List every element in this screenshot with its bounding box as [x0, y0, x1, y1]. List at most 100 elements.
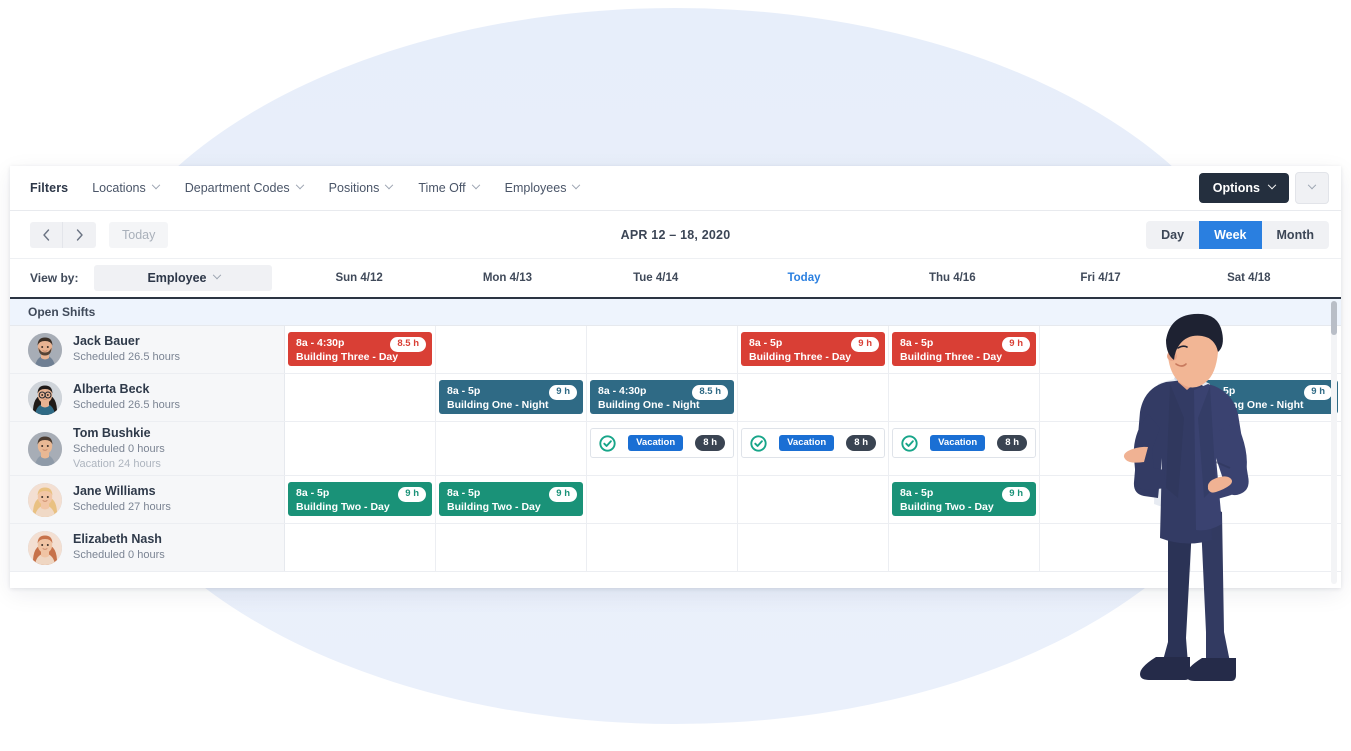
- employee-cell[interactable]: Alberta Beck Scheduled 26.5 hours: [10, 374, 285, 421]
- time-off-hours-badge: 8 h: [846, 435, 876, 451]
- day-header-3[interactable]: Today: [730, 259, 878, 297]
- view-mode-month[interactable]: Month: [1262, 221, 1329, 249]
- day-cell[interactable]: 8a - 5p Building Two - Day 9 h: [889, 476, 1040, 523]
- chevron-down-icon: [385, 180, 394, 190]
- view-by-select[interactable]: Employee: [94, 265, 273, 291]
- day-cell[interactable]: Vacation 8 h: [738, 422, 889, 475]
- filter-item-employees[interactable]: Employees: [504, 180, 581, 195]
- table-row[interactable]: Tom Bushkie Scheduled 0 hours Vacation 24 …: [10, 422, 1341, 476]
- day-cell[interactable]: [1040, 422, 1191, 475]
- day-cell[interactable]: [285, 374, 436, 421]
- day-cell[interactable]: [285, 422, 436, 475]
- day-cell[interactable]: 8a - 4:30p Building Three - Day 8.5 h: [285, 326, 436, 373]
- time-off-block[interactable]: Vacation 8 h: [741, 428, 885, 458]
- shift-hours-badge: 8.5 h: [390, 337, 426, 352]
- prev-week-button[interactable]: [30, 221, 63, 248]
- vacation-badge: Vacation: [779, 435, 835, 451]
- shift-block[interactable]: 8a - 5p Building Three - Day 9 h: [892, 332, 1036, 366]
- view-mode-day[interactable]: Day: [1146, 221, 1199, 249]
- day-cell[interactable]: 8a - 5p Building Three - Day 9 h: [738, 326, 889, 373]
- day-header-0[interactable]: Sun 4/12: [285, 259, 433, 297]
- calendar-nav-bar: Today APR 12 – 18, 2020 Day Week Month: [10, 211, 1341, 259]
- shift-hours-badge: 9 h: [851, 337, 879, 352]
- day-cell[interactable]: [436, 422, 587, 475]
- day-cell[interactable]: 8a - 5p Building Three - Day 9 h: [889, 326, 1040, 373]
- chevron-down-icon: [151, 180, 160, 190]
- employee-cell[interactable]: Jane Williams Scheduled 27 hours: [10, 476, 285, 523]
- employee-cell[interactable]: Tom Bushkie Scheduled 0 hours Vacation 24 …: [10, 422, 285, 475]
- day-cell[interactable]: [1191, 524, 1341, 571]
- vertical-scrollbar[interactable]: [1331, 301, 1337, 584]
- table-row[interactable]: Alberta Beck Scheduled 26.5 hours 8a - 5p B…: [10, 374, 1341, 422]
- scrollbar-thumb[interactable]: [1331, 301, 1337, 335]
- employee-scheduled-hours: Scheduled 26.5 hours: [73, 399, 181, 412]
- shift-hours-badge: 9 h: [1002, 337, 1030, 352]
- time-off-block[interactable]: Vacation 8 h: [892, 428, 1036, 458]
- filter-item-label: Time Off: [418, 181, 466, 195]
- open-shifts-row[interactable]: Open Shifts: [10, 299, 1341, 326]
- day-header-5[interactable]: Fri 4/17: [1026, 259, 1174, 297]
- shift-block[interactable]: 8a - 4:30p Building One - Night 8.5 h: [590, 380, 734, 414]
- filter-item-label: Employees: [504, 181, 567, 195]
- day-header-1[interactable]: Mon 4/13: [433, 259, 581, 297]
- filter-item-positions[interactable]: Positions: [329, 180, 394, 195]
- day-cell[interactable]: [1040, 476, 1191, 523]
- next-week-button[interactable]: [63, 221, 96, 248]
- table-row[interactable]: Elizabeth Nash Scheduled 0 hours: [10, 524, 1341, 572]
- day-cell[interactable]: [1191, 476, 1341, 523]
- day-cell[interactable]: [587, 524, 738, 571]
- today-button[interactable]: Today: [109, 221, 169, 248]
- shift-block[interactable]: 8a - 5p Building Two - Day 9 h: [288, 482, 432, 516]
- day-cell[interactable]: [436, 326, 587, 373]
- employee-cell[interactable]: Jack Bauer Scheduled 26.5 hours: [10, 326, 285, 373]
- view-mode-week[interactable]: Week: [1199, 220, 1262, 249]
- day-cell[interactable]: [587, 476, 738, 523]
- day-cell[interactable]: [889, 374, 1040, 421]
- day-cell[interactable]: [1040, 326, 1191, 373]
- day-cell[interactable]: Vacation 8 h: [587, 422, 738, 475]
- shift-hours-badge: 9 h: [549, 385, 577, 400]
- view-by-label: View by:: [30, 271, 79, 285]
- filter-item-time-off[interactable]: Time Off: [418, 180, 480, 195]
- day-cell[interactable]: 8a - 4:30p Building One - Night 8.5 h: [587, 374, 738, 421]
- day-cell[interactable]: [587, 326, 738, 373]
- filter-item-department-codes[interactable]: Department Codes: [185, 180, 304, 195]
- day-header-4[interactable]: Thu 4/16: [878, 259, 1026, 297]
- options-dropdown-button[interactable]: [1295, 172, 1329, 204]
- shift-block[interactable]: 8a - 5p Building Two - Day 9 h: [892, 482, 1036, 516]
- shift-block[interactable]: 8a - 5p Building One - Night 9 h: [439, 380, 583, 414]
- chevron-down-icon: [295, 180, 304, 190]
- time-off-block[interactable]: Vacation 8 h: [590, 428, 734, 458]
- table-row[interactable]: Jack Bauer Scheduled 26.5 hours 8a - 4:30p…: [10, 326, 1341, 374]
- shift-block[interactable]: 8a - 5p Building Three - Day 9 h: [741, 332, 885, 366]
- options-button[interactable]: Options: [1198, 173, 1289, 203]
- shift-block[interactable]: 8a - 5p Building Two - Day 9 h: [439, 482, 583, 516]
- day-cell[interactable]: [889, 524, 1040, 571]
- day-cell[interactable]: [285, 524, 436, 571]
- scheduler-app-card: Filters Locations Department Codes Positio…: [10, 166, 1341, 588]
- day-cell[interactable]: [738, 476, 889, 523]
- day-cell[interactable]: [1191, 422, 1341, 475]
- day-cell[interactable]: [436, 524, 587, 571]
- day-cell[interactable]: [738, 374, 889, 421]
- day-header-6[interactable]: Sat 4/18: [1175, 259, 1323, 297]
- day-cell[interactable]: [1040, 524, 1191, 571]
- day-cells: 8a - 4:30p Building Three - Day 8.5 h 8a - …: [285, 326, 1341, 373]
- avatar: [28, 482, 62, 517]
- day-cell[interactable]: 8a - 5p Building Two - Day 9 h: [436, 476, 587, 523]
- day-header-2[interactable]: Tue 4/14: [582, 259, 730, 297]
- day-cell[interactable]: 8a - 5p Building One - Night 9 h: [1191, 374, 1341, 421]
- shift-block[interactable]: 8a - 5p Building One - Night 9 h: [1194, 380, 1338, 414]
- filter-item-locations[interactable]: Locations: [92, 180, 160, 195]
- day-cell[interactable]: 8a - 5p Building Two - Day 9 h: [285, 476, 436, 523]
- day-cell[interactable]: [738, 524, 889, 571]
- employee-cell[interactable]: Elizabeth Nash Scheduled 0 hours: [10, 524, 285, 571]
- day-cell[interactable]: [1040, 374, 1191, 421]
- day-cell[interactable]: Vacation 8 h: [889, 422, 1040, 475]
- shift-block[interactable]: 8a - 4:30p Building Three - Day 8.5 h: [288, 332, 432, 366]
- table-row[interactable]: Jane Williams Scheduled 27 hours 8a - 5p Bu…: [10, 476, 1341, 524]
- day-cell[interactable]: 8a - 5p Building One - Night 9 h: [436, 374, 587, 421]
- day-cell[interactable]: [1191, 326, 1341, 373]
- shift-location: Building Two - Day: [296, 500, 390, 513]
- employee-scheduled-hours: Scheduled 26.5 hours: [73, 351, 181, 364]
